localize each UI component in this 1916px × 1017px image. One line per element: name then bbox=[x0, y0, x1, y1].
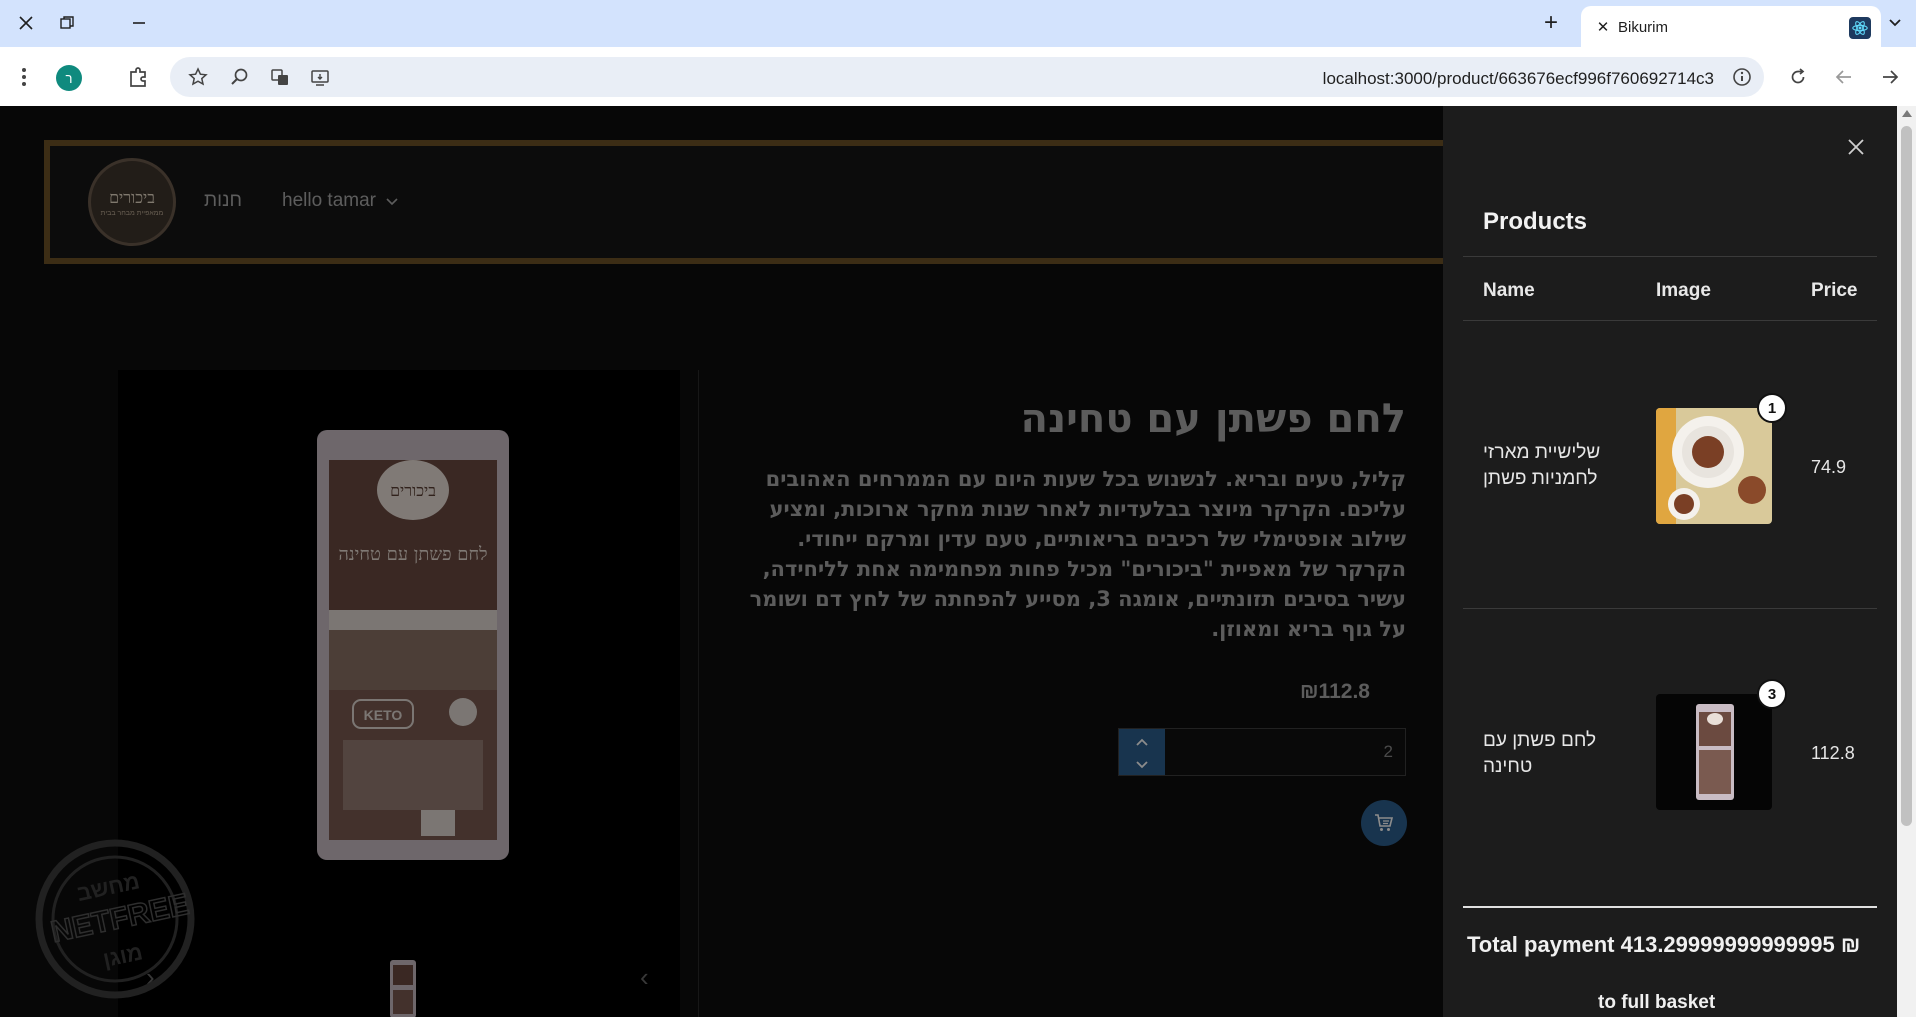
page-content: ביכורים ממאפיית מבחר בבית חנות hello tam… bbox=[0, 106, 1897, 1017]
close-window-icon[interactable] bbox=[11, 10, 41, 36]
extensions-icon[interactable] bbox=[124, 63, 152, 91]
browser-toolbar: ר localhost:3000/product/663676ecf996f76… bbox=[0, 47, 1916, 106]
row-product-image bbox=[1656, 694, 1772, 810]
address-bar[interactable]: localhost:3000/product/663676ecf996f7606… bbox=[170, 57, 1764, 97]
row-price: 74.9 bbox=[1811, 457, 1847, 477]
minimize-window-icon[interactable] bbox=[124, 10, 154, 36]
drawer-heading: Products bbox=[1483, 208, 1588, 235]
back-arrow-icon[interactable] bbox=[1830, 63, 1858, 91]
full-basket-link[interactable]: to full basket bbox=[1598, 992, 1715, 1014]
total-payment: Total payment 413.29999999999995 ₪ bbox=[1467, 932, 1861, 957]
zoom-icon[interactable] bbox=[226, 63, 254, 91]
cart-drawer: Products Name Image Price שלישיית מארזי … bbox=[1443, 106, 1897, 1017]
close-icon[interactable] bbox=[1841, 132, 1871, 162]
new-tab-button[interactable]: + bbox=[1536, 9, 1566, 36]
bookmark-star-icon[interactable] bbox=[184, 63, 212, 91]
forward-arrow-icon[interactable] bbox=[1876, 63, 1904, 91]
site-info-icon[interactable] bbox=[1728, 63, 1756, 91]
install-app-icon[interactable] bbox=[306, 63, 334, 91]
row-product-name: שלישיית מארזי לחמניות פשתן bbox=[1483, 442, 1601, 489]
translate-icon[interactable] bbox=[266, 63, 294, 91]
page-scrollbar[interactable] bbox=[1897, 106, 1916, 1017]
url-text: localhost:3000/product/663676ecf996f7606… bbox=[1322, 69, 1714, 88]
divider bbox=[1463, 320, 1877, 321]
row-product-image bbox=[1656, 408, 1772, 524]
react-favicon-icon bbox=[1849, 17, 1871, 39]
divider bbox=[1463, 256, 1877, 257]
restore-window-icon[interactable] bbox=[52, 10, 82, 36]
row-product-name: לחם פשתן עם טחינה bbox=[1483, 730, 1597, 777]
tab-strip: + ✕ Bikurim bbox=[0, 0, 1916, 47]
divider bbox=[1463, 608, 1877, 609]
tab-close-icon[interactable]: ✕ bbox=[1591, 15, 1615, 39]
drawer-backdrop[interactable] bbox=[0, 106, 1443, 1017]
total-divider bbox=[1463, 906, 1877, 908]
tab-search-chevron-icon[interactable] bbox=[1880, 10, 1910, 36]
row-price: 112.8 bbox=[1811, 743, 1855, 763]
profile-avatar[interactable]: ר bbox=[56, 65, 82, 91]
column-header-price: Price bbox=[1811, 280, 1858, 301]
menu-kebab-icon[interactable] bbox=[10, 63, 38, 91]
tab-title: Bikurim bbox=[1618, 19, 1669, 36]
scrollbar-thumb[interactable] bbox=[1901, 126, 1912, 826]
column-header-image: Image bbox=[1656, 280, 1711, 301]
column-header-name: Name bbox=[1483, 280, 1535, 301]
reload-icon[interactable] bbox=[1784, 63, 1812, 91]
scroll-up-icon[interactable] bbox=[1902, 110, 1912, 117]
tab-bikurim[interactable]: ✕ Bikurim bbox=[1581, 6, 1881, 47]
quantity-badge: 3 bbox=[1757, 679, 1787, 709]
quantity-badge: 1 bbox=[1757, 393, 1787, 423]
